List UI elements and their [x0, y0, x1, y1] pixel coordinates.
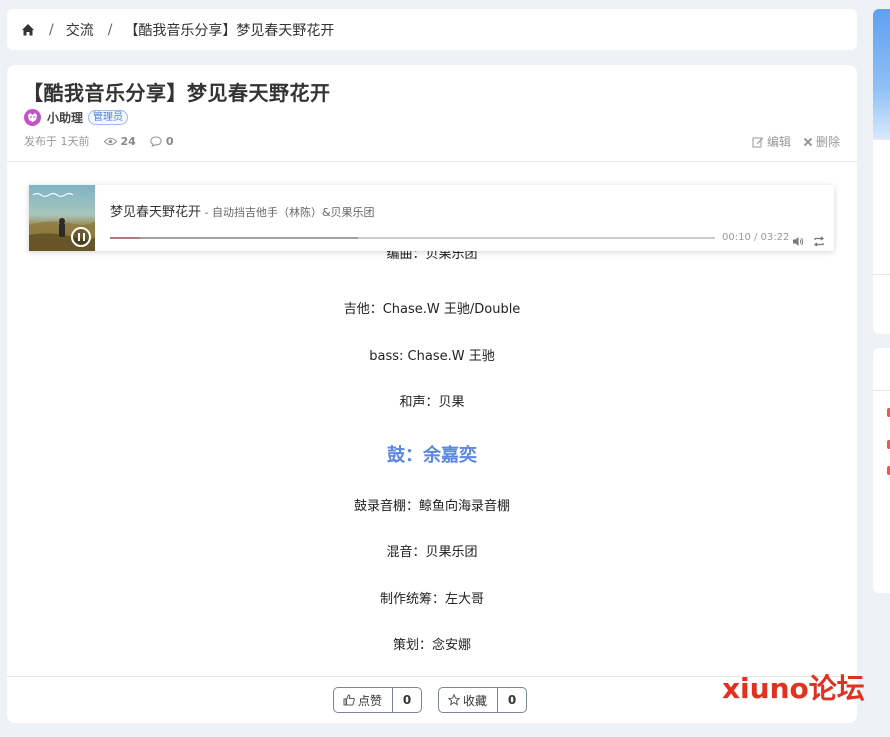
song-artist: - 自动挡吉他手（林陈）&贝果乐团 [201, 206, 375, 219]
post-meta: 发布于 1天前 24 0 [24, 133, 173, 149]
watermark: xiuno论坛 [722, 672, 865, 705]
favorite-count: 0 [507, 693, 517, 707]
breadcrumb-item-forum[interactable]: 交流 [66, 20, 94, 40]
divider [873, 274, 890, 275]
post-card: 【酷我音乐分享】梦见春天野花开 小助理 管理员 发布于 1天前 24 0 编辑 … [7, 65, 857, 723]
song-info: 梦见春天野花开 - 自动挡吉他手（林陈）&贝果乐团 [110, 201, 375, 220]
post-date: 发布于 1天前 [24, 135, 90, 148]
view-count: 24 [103, 134, 136, 148]
like-count: 0 [402, 693, 412, 707]
progress-played [110, 237, 141, 239]
role-badge: 管理员 [88, 110, 129, 125]
credit-line-clipped: 编曲：贝果乐团 [7, 251, 857, 265]
credit-line: 策划：念安娜 [392, 638, 471, 653]
favorite-button-group[interactable]: 收藏 0 [438, 687, 528, 713]
loop-icon[interactable] [813, 232, 825, 251]
like-label: 点赞 [358, 693, 383, 708]
delete-label: 删除 [815, 135, 840, 149]
sidebar-card [873, 9, 890, 334]
album-cover[interactable] [29, 185, 95, 251]
post-title: 【酷我音乐分享】梦见春天野花开 [23, 81, 331, 105]
play-time: 00:10 / 03:22 [722, 232, 790, 243]
progress-loaded [110, 237, 359, 239]
author-row: 小助理 管理员 [24, 109, 129, 126]
divider [7, 161, 857, 162]
like-button-group[interactable]: 点赞 0 [333, 687, 423, 713]
post-actions: 编辑 删除 [740, 133, 840, 150]
progress-bar[interactable] [110, 237, 715, 239]
comment-icon [150, 135, 162, 147]
credit-line: 编曲：贝果乐团 [386, 251, 478, 262]
sidebar-banner [873, 9, 890, 139]
breadcrumb-separator: / [107, 21, 113, 38]
favorite-button[interactable]: 收藏 [439, 688, 499, 712]
sidebar-card [873, 348, 890, 593]
credit-line: 鼓录音棚：鲸鱼向海录音棚 [353, 499, 510, 514]
like-button[interactable]: 点赞 [334, 688, 394, 712]
divider [873, 390, 890, 391]
eye-icon [103, 137, 117, 145]
home-icon[interactable] [21, 23, 35, 37]
credit-line: 和声：贝果 [399, 395, 465, 410]
breadcrumb-item-current: 【酷我音乐分享】梦见春天野花开 [124, 22, 335, 39]
view-count-value: 24 [120, 134, 136, 148]
credit-line: bass: Chase.W 王驰 [369, 349, 495, 364]
breadcrumb-separator: / [49, 21, 54, 38]
star-icon [448, 694, 460, 706]
comment-count: 0 [150, 134, 174, 148]
music-player: 梦见春天野花开 - 自动挡吉他手（林陈）&贝果乐团 00:10 / 03:22 [29, 185, 834, 251]
credit-line: 吉他：Chase.W 王驰/Double [343, 302, 521, 317]
delete-button[interactable]: 删除 [803, 133, 840, 150]
song-title: 梦见春天野花开 [110, 205, 202, 220]
divider [873, 139, 890, 140]
comment-count-value: 0 [165, 134, 174, 148]
favorite-label: 收藏 [463, 693, 488, 708]
author-name[interactable]: 小助理 [47, 109, 83, 126]
breadcrumb: / 交流 / 【酷我音乐分享】梦见春天野花开 [7, 9, 857, 50]
thumbs-up-icon [343, 694, 355, 706]
credit-line: 混音：贝果乐团 [386, 545, 478, 560]
edit-button[interactable]: 编辑 [752, 133, 791, 150]
close-icon [803, 137, 813, 146]
credit-line: 制作统筹：左大哥 [379, 592, 484, 607]
edit-label: 编辑 [766, 135, 791, 149]
pause-button[interactable] [71, 227, 91, 247]
volume-icon[interactable] [792, 232, 804, 251]
edit-icon [752, 137, 764, 147]
avatar[interactable] [24, 109, 41, 126]
credit-line-highlight: 鼓：余嘉奕 [387, 445, 477, 466]
